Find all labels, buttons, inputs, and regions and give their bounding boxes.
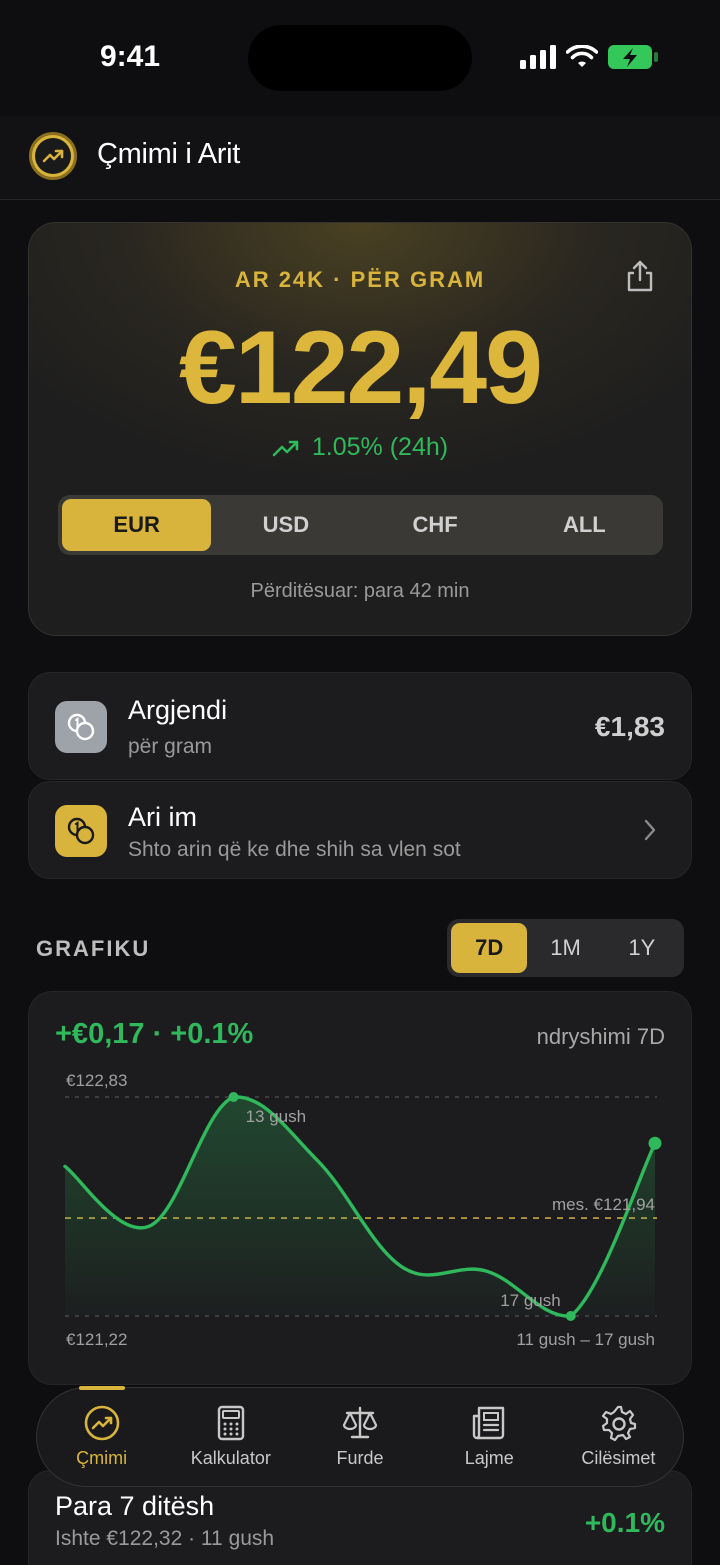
tab-settings-label: Cilësimet	[581, 1448, 656, 1468]
chevron-right-icon	[644, 819, 656, 841]
range-option-7d[interactable]: 7D	[451, 923, 528, 973]
newspaper-icon	[473, 1406, 505, 1440]
silver-subtitle: për gram	[128, 735, 213, 758]
tab-news[interactable]: Lajme	[425, 1388, 554, 1486]
max-point	[228, 1092, 239, 1102]
status-icons	[520, 44, 658, 70]
tab-news-label: Lajme	[464, 1448, 514, 1468]
silver-price: €1,83	[594, 711, 665, 742]
currency-option-eur[interactable]: EUR	[62, 499, 212, 551]
last-updated: Përditësuar: para 42 min	[250, 580, 470, 602]
range-option-1y[interactable]: 1Y	[604, 923, 680, 973]
week-ago-subtitle: Ishte €122,32 · 11 gush	[55, 1527, 275, 1550]
app-title: Çmimi i Arit	[97, 138, 241, 170]
calculator-icon	[217, 1405, 244, 1441]
gold-price: €122,49	[179, 310, 543, 426]
coins-icon	[55, 701, 107, 753]
cellular-signal-icon	[520, 45, 556, 69]
tab-calculator[interactable]: Kalkulator	[166, 1388, 295, 1486]
week-ago-change: +0.1%	[584, 1507, 665, 1538]
silver-row[interactable]: Argjendi për gram €1,83	[28, 672, 692, 780]
chart-section-title: GRAFIKU	[36, 936, 151, 961]
my-gold-title: Ari im	[128, 802, 197, 832]
coins-icon	[55, 805, 107, 857]
min-point-label: 17 gush	[500, 1291, 561, 1310]
currency-option-chf[interactable]: CHF	[361, 499, 510, 551]
app-header: Çmimi i Arit	[0, 116, 720, 200]
range-selector: 7D 1M 1Y	[447, 919, 684, 977]
tab-calculator-label: Kalkulator	[190, 1448, 271, 1468]
date-range-label: 11 gush – 17 gush	[516, 1330, 655, 1349]
my-gold-row[interactable]: Ari im Shto arin që ke dhe shih sa vlen …	[28, 781, 692, 879]
min-point	[565, 1311, 576, 1321]
silver-title: Argjendi	[128, 695, 228, 725]
price-change-text: 1.05% (24h)	[311, 433, 449, 461]
price-change: 1.05% (24h)	[29, 433, 691, 462]
trend-up-icon	[272, 440, 299, 456]
currency-selector: EUR USD CHF ALL	[58, 495, 663, 555]
max-point-label: 13 gush	[246, 1107, 306, 1126]
tab-furde-label: Furde	[336, 1448, 384, 1468]
currency-option-usd[interactable]: USD	[211, 499, 360, 551]
price-chart[interactable]: €122,83 €121,22 mes. €121,94 13 gush 17 …	[29, 992, 692, 1385]
week-ago-title: Para 7 ditësh	[55, 1491, 215, 1521]
currency-option-all[interactable]: ALL	[510, 499, 659, 551]
tab-settings[interactable]: Cilësimet	[554, 1388, 683, 1486]
trend-up-icon	[42, 149, 64, 163]
tab-price-label: Çmimi	[76, 1448, 128, 1468]
tab-price[interactable]: Çmimi	[37, 1386, 166, 1486]
status-bar: 9:41	[0, 0, 720, 116]
app-logo	[29, 132, 77, 180]
wifi-icon	[566, 45, 598, 67]
dynamic-island	[248, 25, 472, 91]
status-time: 9:41	[100, 40, 161, 73]
scale-icon	[342, 1406, 378, 1439]
my-gold-subtitle: Shto arin që ke dhe shih sa vlen sot	[128, 838, 461, 861]
average-label: mes. €121,94	[552, 1195, 655, 1214]
range-option-1m[interactable]: 1M	[527, 923, 603, 973]
active-tab-indicator	[78, 1386, 125, 1390]
price-card: AR 24K · PËR GRAM €122,49 1.05% (24h) EU…	[28, 222, 692, 636]
trend-up-icon	[84, 1405, 119, 1441]
gear-icon	[602, 1405, 637, 1442]
tab-bar: Çmimi Kalkulator Furde Lajme Cilësimet	[36, 1386, 684, 1487]
tab-furde[interactable]: Furde	[295, 1388, 424, 1486]
y-min-label: €121,22	[66, 1330, 127, 1349]
y-max-label: €122,83	[66, 1071, 127, 1090]
chart-card: +€0,17 · +0.1% ndryshimi 7D €122,83 €121…	[28, 991, 692, 1385]
price-label: AR 24K · PËR GRAM	[234, 267, 486, 292]
battery-charging-icon	[608, 45, 658, 69]
latest-point	[648, 1136, 662, 1150]
